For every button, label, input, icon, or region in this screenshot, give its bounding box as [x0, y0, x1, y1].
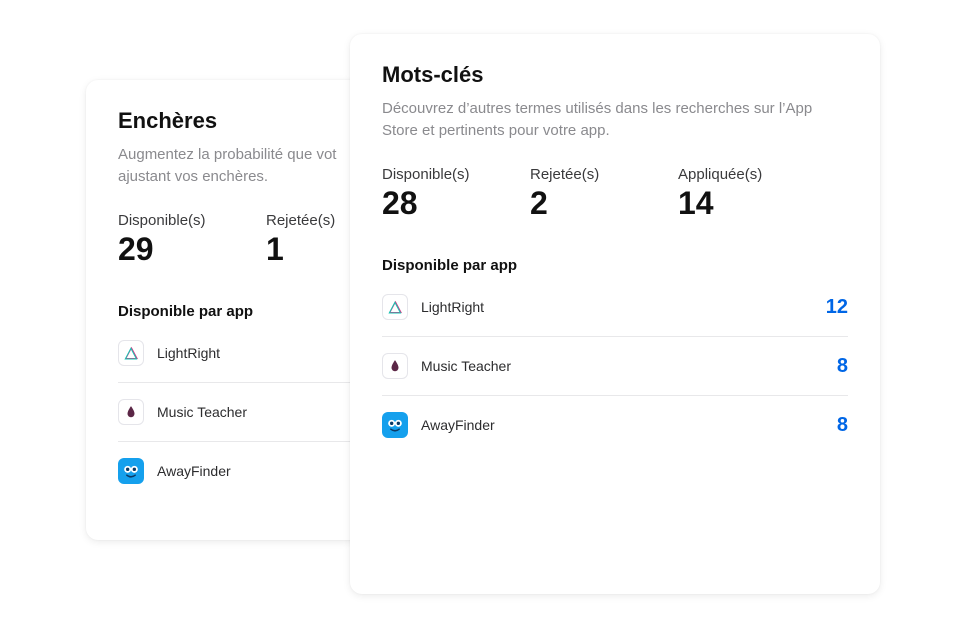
motscles-stat-appliquee: Appliquée(s) 14: [678, 166, 778, 222]
motscles-section-header: Disponible par app: [382, 257, 848, 274]
motscles-card: Mots-clés Découvrez d’autres termes util…: [350, 34, 880, 594]
stat-value: 2: [530, 185, 630, 222]
stat-label: Disponible(s): [382, 166, 482, 183]
encheres-stat-disponible: Disponible(s) 29: [118, 212, 218, 268]
encheres-desc-line1: Augmentez la probabilité que vot: [118, 146, 336, 163]
stat-value: 29: [118, 231, 218, 268]
musicteacher-icon: [118, 399, 144, 425]
app-row-awayfinder[interactable]: AwayFinder 8: [382, 396, 848, 454]
lightright-icon: [382, 294, 408, 320]
awayfinder-icon: [118, 458, 144, 484]
lightright-icon: [118, 340, 144, 366]
awayfinder-icon: [382, 412, 408, 438]
stat-value: 28: [382, 185, 482, 222]
encheres-desc-line2: ajustant vos enchères.: [118, 168, 268, 185]
stat-value: 14: [678, 185, 778, 222]
motscles-stats-row: Disponible(s) 28 Rejetée(s) 2 Appliquée(…: [382, 166, 848, 222]
app-row-lightright[interactable]: LightRight 12: [382, 288, 848, 337]
app-name: Music Teacher: [421, 358, 824, 374]
musicteacher-icon: [382, 353, 408, 379]
stat-label: Rejetée(s): [530, 166, 630, 183]
app-row-musicteacher[interactable]: Music Teacher 8: [382, 337, 848, 396]
app-name: AwayFinder: [421, 417, 824, 433]
motscles-title: Mots-clés: [382, 62, 848, 88]
motscles-app-list: LightRight 12 Music Teacher 8 AwayFinder…: [382, 288, 848, 454]
stat-label: Appliquée(s): [678, 166, 778, 183]
motscles-description: Découvrez d’autres termes utilisés dans …: [382, 98, 848, 142]
app-count: 8: [837, 414, 848, 437]
app-count: 8: [837, 355, 848, 378]
motscles-stat-disponible: Disponible(s) 28: [382, 166, 482, 222]
motscles-stat-rejetee: Rejetée(s) 2: [530, 166, 630, 222]
app-name: LightRight: [421, 299, 813, 315]
stat-label: Disponible(s): [118, 212, 218, 229]
app-count: 12: [826, 296, 848, 319]
